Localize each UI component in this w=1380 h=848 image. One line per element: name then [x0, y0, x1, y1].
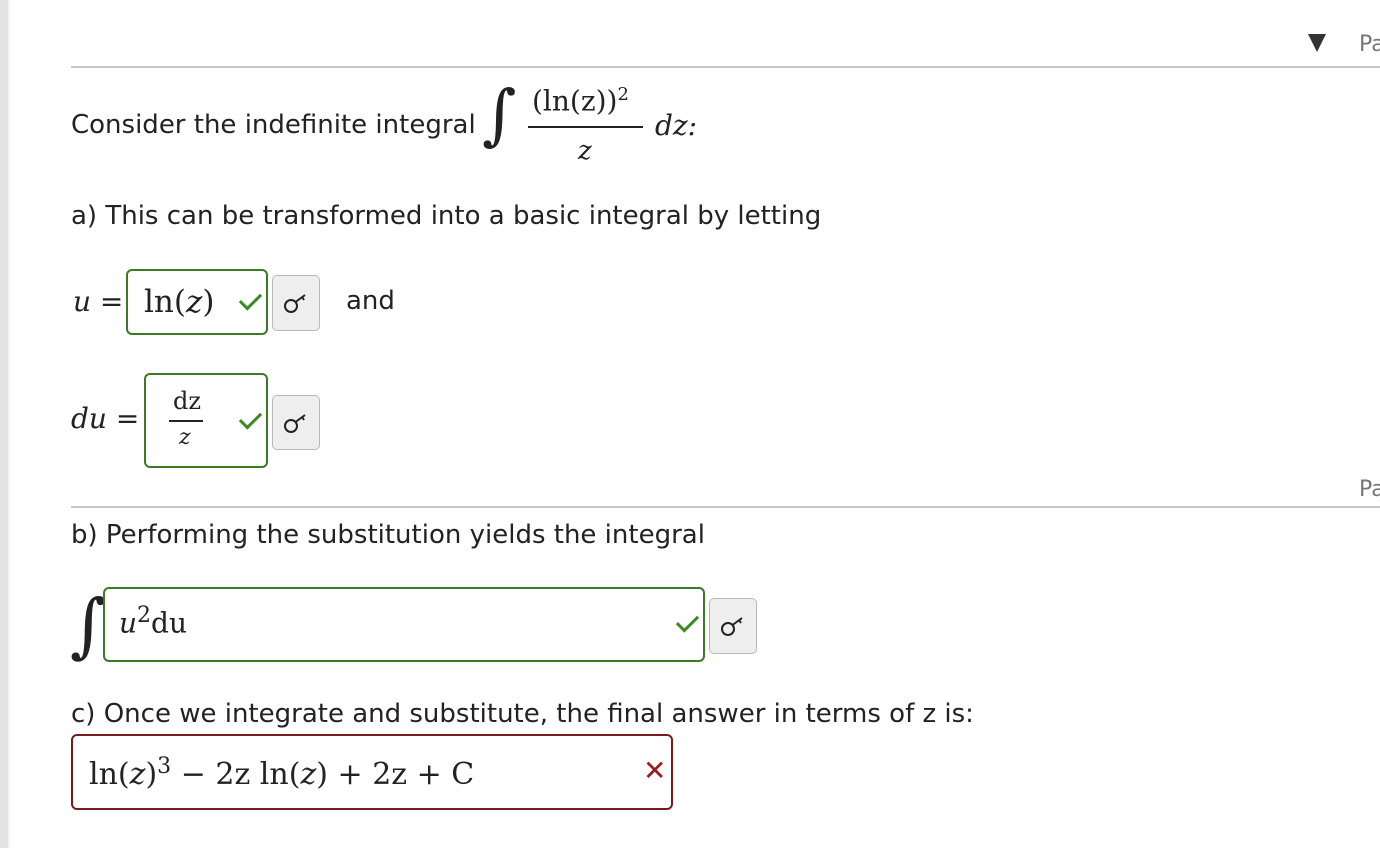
and-text: and — [346, 286, 395, 316]
part-c-answer-value: ln(z)3 − 2z ln(z) + 2z + C — [89, 754, 475, 792]
u-answer-field[interactable]: ln(z) — [126, 269, 268, 335]
check-icon — [238, 287, 263, 311]
u-answer-value: ln(z) — [144, 284, 215, 320]
part-label-top: Pa — [1359, 32, 1380, 57]
question-intro: Consider the indefinite integral — [71, 110, 476, 140]
u-key-button[interactable] — [272, 275, 320, 331]
check-icon — [675, 609, 700, 633]
integrand-differential: dz: — [655, 109, 698, 142]
du-answer-fraction-bar — [169, 420, 203, 422]
du-label: du = — [71, 402, 140, 435]
integrand-numerator: (ln(z))2 — [532, 84, 629, 118]
cross-icon: ✕ — [643, 754, 667, 787]
check-icon — [238, 406, 263, 430]
part-a-prompt: a) This can be transformed into a basic … — [71, 201, 822, 231]
divider-mid — [71, 506, 1380, 508]
part-b-answer-value: u2du — [119, 603, 188, 640]
divider-top — [71, 66, 1380, 68]
du-answer-denominator: z — [179, 425, 191, 450]
part-label-mid: Pa — [1359, 477, 1380, 502]
part-b-key-button[interactable] — [709, 598, 757, 654]
u-label: u = — [73, 285, 124, 318]
key-icon — [284, 413, 306, 433]
collapse-toggle-icon[interactable] — [1308, 34, 1326, 52]
key-icon — [721, 617, 743, 636]
part-c-answer-field[interactable]: ln(z)3 − 2z ln(z) + 2z + C ✕ — [71, 734, 673, 810]
left-rail-edge — [8, 0, 10, 848]
left-rail — [0, 0, 8, 848]
du-key-button[interactable] — [272, 395, 320, 450]
du-answer-field[interactable]: dz z — [144, 373, 268, 468]
key-icon — [284, 294, 306, 313]
integral-sign-part-b: ∫ — [70, 584, 107, 666]
part-b-answer-field[interactable]: u2du — [103, 587, 705, 662]
integrand-denominator: z — [578, 136, 592, 166]
part-c-prompt: c) Once we integrate and substitute, the… — [71, 699, 974, 729]
integrand-fraction-bar — [528, 126, 643, 128]
part-b-prompt: b) Performing the substitution yields th… — [71, 520, 705, 550]
du-answer-numerator: dz — [173, 387, 202, 415]
integral-sign-question: ∫ — [482, 76, 517, 153]
